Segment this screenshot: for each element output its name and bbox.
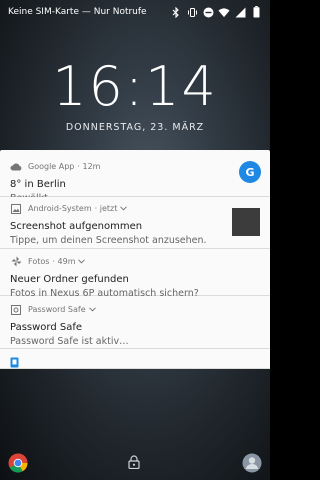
- notification-title: Neuer Ordner gefunden: [10, 274, 129, 285]
- status-icons: [170, 6, 262, 18]
- notification-app-name: Fotos: [28, 257, 50, 266]
- safe-icon: [10, 304, 22, 316]
- status-bar: Keine SIM-Karte — Nur Notrufe: [0, 0, 270, 24]
- notification-time: · jetzt: [94, 204, 118, 213]
- notification-android-system[interactable]: Android-System · jetzt Screenshot aufgen…: [0, 197, 270, 249]
- cloud-icon: [10, 161, 22, 173]
- notification-list: Google App · 12m 8° in Berlin Bewölkt G …: [0, 150, 270, 369]
- notification-google-app[interactable]: Google App · 12m 8° in Berlin Bewölkt G: [0, 150, 270, 204]
- notification-fotos[interactable]: Fotos · 49m Neuer Ordner gefunden Fotos …: [0, 249, 270, 299]
- wifi-icon: [218, 6, 230, 18]
- notification-password-safe[interactable]: Password Safe Password Safe Password Saf…: [0, 296, 270, 349]
- signal-icon: [234, 6, 246, 18]
- notification-app-name: Google App: [28, 162, 75, 171]
- notification-app-name: Password Safe: [28, 305, 86, 314]
- notification-header: Password Safe: [10, 303, 260, 316]
- notification-text: Password Safe ist aktiv…: [10, 336, 129, 347]
- notification-header: Fotos · 49m: [10, 255, 260, 268]
- lockscreen-shortcuts: [0, 450, 270, 476]
- notification-header: Android-System · jetzt: [10, 202, 260, 215]
- battery-icon: [250, 6, 262, 18]
- notification-overflow[interactable]: [0, 349, 270, 369]
- screenshot-thumbnail: [232, 208, 260, 236]
- notification-text: Tippe, um deinen Screenshot anzusehen.: [10, 235, 207, 246]
- chrome-icon[interactable]: [8, 453, 28, 473]
- notification-title: 8° in Berlin: [10, 179, 66, 190]
- user-icon[interactable]: [242, 453, 262, 473]
- phone-app-icon: [10, 357, 19, 368]
- notification-time: · 12m: [77, 162, 101, 171]
- notification-time: · 49m: [52, 257, 76, 266]
- pinwheel-icon: [10, 256, 22, 268]
- notification-title: Screenshot aufgenommen: [10, 221, 143, 232]
- carrier-text: Keine SIM-Karte — Nur Notrufe: [8, 7, 147, 17]
- notification-app-name: Android-System: [28, 204, 92, 213]
- chevron-down-icon[interactable]: [78, 257, 86, 266]
- lock-icon[interactable]: [128, 455, 140, 469]
- bluetooth-icon: [170, 6, 182, 18]
- google-g-icon: G: [239, 161, 261, 183]
- chevron-down-icon[interactable]: [120, 204, 128, 213]
- lockscreen-clock: 16:14: [52, 55, 218, 118]
- dnd-icon: [202, 6, 214, 18]
- image-icon: [10, 203, 22, 215]
- vibrate-icon: [186, 6, 198, 18]
- notification-title: Password Safe: [10, 322, 83, 333]
- lockscreen-date: DONNERSTAG, 23. MÄRZ: [65, 122, 205, 133]
- chevron-down-icon[interactable]: [88, 305, 96, 314]
- notification-header: Google App · 12m: [10, 160, 260, 173]
